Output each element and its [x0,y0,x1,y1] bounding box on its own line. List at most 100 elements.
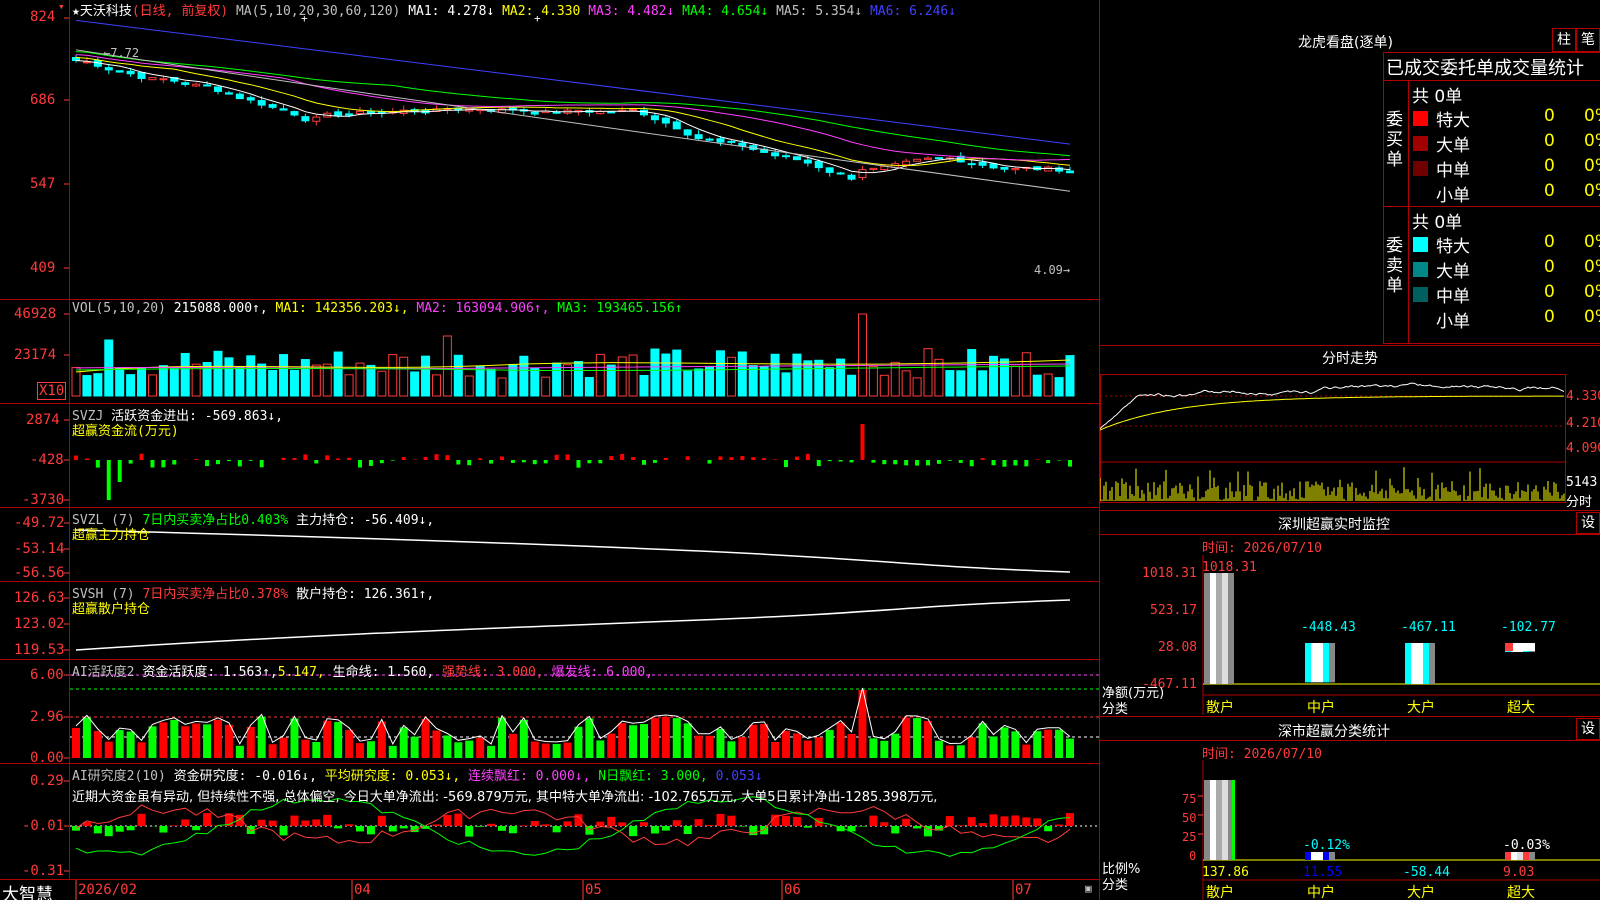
volume-bar [868,366,878,397]
order-row: 小单 0 0% [1410,181,1600,206]
svzj-bar [816,460,821,467]
intraday-title: 分时走势 [1322,351,1378,367]
low-price-marker: 4.09→ [1034,263,1071,277]
svzj-bar [106,460,111,500]
bar-stripe [1311,643,1317,683]
intraday-y-label: 4.090 [1566,441,1600,456]
svzj-bar [794,456,799,460]
research-bar [1066,813,1074,826]
sell-total: 共 0单 [1412,213,1463,233]
svzj-bar [259,460,264,468]
volume-bar [857,313,867,397]
svzj-bar [336,458,341,460]
bar-stripe [1232,780,1235,860]
ai-active-bar [246,726,255,758]
svzj-bar [445,455,450,460]
volume-bar [715,350,725,397]
svzj-bar [620,453,625,460]
bar-stripe [1523,852,1529,860]
ai-active-bar [640,724,648,758]
bar-view-button[interactable]: 柱 [1552,28,1576,52]
volume-bar [737,351,747,397]
sz-monitor-bar-value: -467.11 [1401,620,1456,635]
research-bar [1000,816,1009,826]
research-bar [683,826,692,835]
svzj-bar [368,460,373,466]
ai-active-bar [476,737,485,758]
sz-monitor-y-label: 523.17 [1150,603,1197,618]
order-pct: 0% [1584,181,1600,201]
chart-mode[interactable]: (日线, 前复权) [132,4,228,19]
candle-body [814,160,823,169]
candle-body [661,117,670,124]
research-bar [465,826,474,837]
svsh-ratio: 7日内买卖净占比0.378% [142,587,289,602]
ai-active-title: AI活跃度2 [72,665,135,680]
bar-stripe [1305,852,1311,860]
sz-classify-y-label: 25 [1182,830,1197,844]
sz-classify-chart: 137.86 散户 -0.12% 11.55 中户 -58.44 大户 -0.03% 9.03 超… [1198,760,1600,900]
candle-body [257,100,266,106]
ai-active-bar [629,725,638,758]
volume-bar [421,355,431,397]
divider [1383,80,1600,81]
sz-classify-category: 大户 [1407,884,1435,900]
ai-active-bar [585,718,594,758]
research-bar [377,815,386,826]
ai-active-bar [803,740,812,758]
volume-bar [410,371,420,397]
volume-bar [595,353,605,397]
ai-active-bar [760,723,769,758]
svsh-subtitle: 超赢散户持仓 [72,602,151,617]
order-count: 0 [1544,131,1555,151]
ma-line [75,54,1071,161]
volume-bar [169,368,179,397]
candle-body [803,159,812,164]
svzj-bar [936,460,941,464]
ai-burst-line: 爆发线: 6.000, [551,665,654,680]
svzj-bar [565,454,570,460]
sz-classify-settings-button[interactable]: 设 [1576,718,1600,740]
candle-body [246,97,255,101]
volume-bar [453,354,463,397]
research-bar [345,824,354,826]
research-y-label: 0.29 [30,773,64,789]
research-bar [716,813,725,826]
ai-active-bar [334,721,343,758]
order-row: 大单 0 0% [1410,131,1600,156]
x-axis-label: 05 [585,882,602,898]
lock-icon[interactable]: ▣ [1085,882,1092,895]
candle-body [640,109,648,116]
ai-active-bar [203,724,212,758]
ai-active-bar [1044,729,1053,758]
ai-active-header: AI活跃度2 资金活跃度: 1.563↑,5.147, 生命线: 1.560, … [72,661,653,680]
ai-active-bar [683,723,692,758]
candle-body [1011,168,1020,171]
brand-label[interactable]: 大智慧 [2,880,53,900]
volume-bar [683,370,693,397]
sell-orders-label: 委卖单 [1386,236,1403,296]
candle-body [290,111,299,116]
divider [1100,510,1600,511]
ai-active-bar [279,737,288,758]
bar-stripe [1222,573,1228,684]
bar-stripe [1329,643,1335,683]
sz-monitor-category: 中户 [1307,699,1335,715]
volume-bar [82,375,92,397]
research-y-label: -0.01 [22,818,65,834]
sz-classify-bar-label: -0.12% [1303,838,1350,853]
research-bar [432,824,441,826]
vol-y-label: 46928 [14,306,57,322]
ai-comment: 近期大资金虽有异动, 但持续性不强, 总体偏空, 今日大单净流出: -569.8… [72,790,938,805]
sz-monitor-settings-button[interactable]: 设 [1576,512,1600,534]
svzj-bar [947,460,952,461]
sz-monitor-bar [1505,643,1535,653]
svzj-bar [1035,459,1040,460]
order-type: 大单 [1436,136,1470,156]
tick-view-button[interactable]: 笔 [1576,28,1600,52]
ai-active-bar [967,737,976,758]
candle-body [792,156,801,161]
stock-name[interactable]: 天沃科技 [80,4,132,19]
ai-active-bar [541,743,550,758]
intraday-chart[interactable] [1100,368,1600,510]
